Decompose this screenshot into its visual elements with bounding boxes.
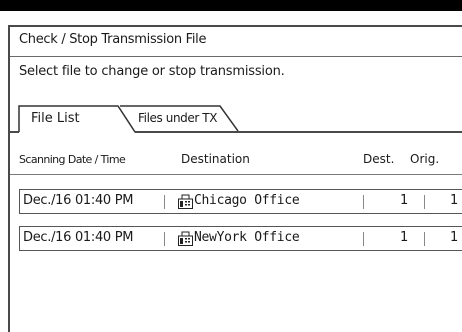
cell-divider [363, 232, 364, 246]
tab-label: File List [31, 111, 80, 126]
row-destination: NewYork Office [194, 230, 300, 245]
cell-divider [164, 195, 165, 209]
file-list-row[interactable]: Dec./16 01:40 PM Chicago Office 1 1 [19, 189, 462, 214]
page-title: Check / Stop Transmission File [19, 32, 207, 47]
row-orig-count: 1 [450, 230, 459, 245]
tab-label: Files under TX [138, 111, 218, 125]
column-header-date: Scanning Date / Time [19, 153, 126, 166]
row-date: Dec./16 01:40 PM [23, 230, 134, 245]
top-status-bar [0, 0, 462, 11]
row-orig-count: 1 [450, 193, 459, 208]
instruction-text: Select file to change or stop transmissi… [19, 64, 285, 79]
fax-machine-icon [178, 194, 193, 209]
column-headers: Scanning Date / Time Destination Dest. O… [10, 151, 462, 171]
row-dest-count: 1 [400, 193, 409, 208]
file-list-row[interactable]: Dec./16 01:40 PM NewYork Office 1 1 [19, 226, 462, 251]
cell-divider [424, 195, 425, 209]
header-divider [10, 174, 462, 175]
tab-files-under-tx[interactable]: Files under TX [120, 105, 240, 132]
column-header-orig-count: Orig. [410, 152, 440, 166]
column-header-destination: Destination [181, 152, 250, 166]
tab-file-list[interactable]: File List [18, 105, 136, 133]
title-bar: Check / Stop Transmission File [10, 27, 462, 57]
cell-divider [424, 232, 425, 246]
row-date: Dec./16 01:40 PM [23, 193, 134, 208]
tab-bar: Files under TX File List [10, 105, 462, 133]
dialog-panel: Check / Stop Transmission File Select fi… [8, 25, 462, 332]
cell-divider [363, 195, 364, 209]
row-dest-count: 1 [400, 230, 409, 245]
row-destination: Chicago Office [194, 193, 300, 208]
fax-machine-icon [178, 231, 193, 246]
column-header-dest-count: Dest. [363, 152, 395, 166]
cell-divider [164, 232, 165, 246]
